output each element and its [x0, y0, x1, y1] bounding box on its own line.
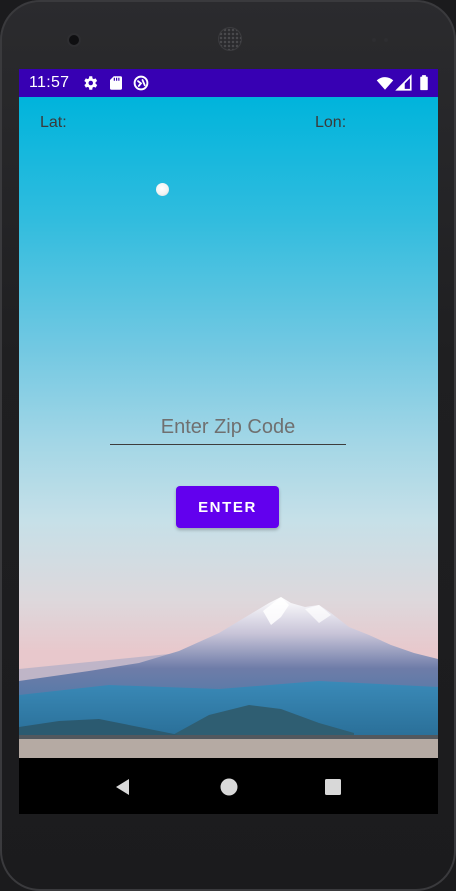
moon-image [156, 183, 169, 196]
signal-icon [395, 74, 412, 91]
sd-card-icon [110, 76, 122, 90]
zip-code-input[interactable] [110, 410, 346, 445]
phone-screen: 11:57 Lat: Lon: Enter Zip Code ENTER [19, 69, 438, 814]
latitude-label: Lat: [40, 114, 67, 131]
proximity-sensor [372, 38, 376, 42]
status-bar: 11:57 [19, 69, 438, 97]
light-sensor [384, 38, 388, 42]
wifi-icon [376, 77, 394, 90]
app-content: Lat: Lon: Enter Zip Code ENTER [19, 97, 438, 758]
battery-icon [420, 75, 428, 91]
mountain-landscape-image [19, 597, 438, 758]
front-camera [69, 35, 79, 45]
navigation-bar [19, 758, 438, 814]
sync-circle-icon [133, 75, 149, 91]
home-icon[interactable] [218, 776, 240, 798]
gear-icon [84, 76, 98, 90]
phone-frame: 11:57 Lat: Lon: Enter Zip Code ENTER [0, 0, 456, 891]
back-icon[interactable] [112, 776, 134, 798]
enter-button[interactable]: ENTER [176, 486, 279, 528]
longitude-label: Lon: [315, 114, 347, 131]
status-time: 11:57 [29, 74, 70, 91]
earpiece-speaker [219, 28, 241, 50]
recents-icon[interactable] [322, 776, 344, 798]
